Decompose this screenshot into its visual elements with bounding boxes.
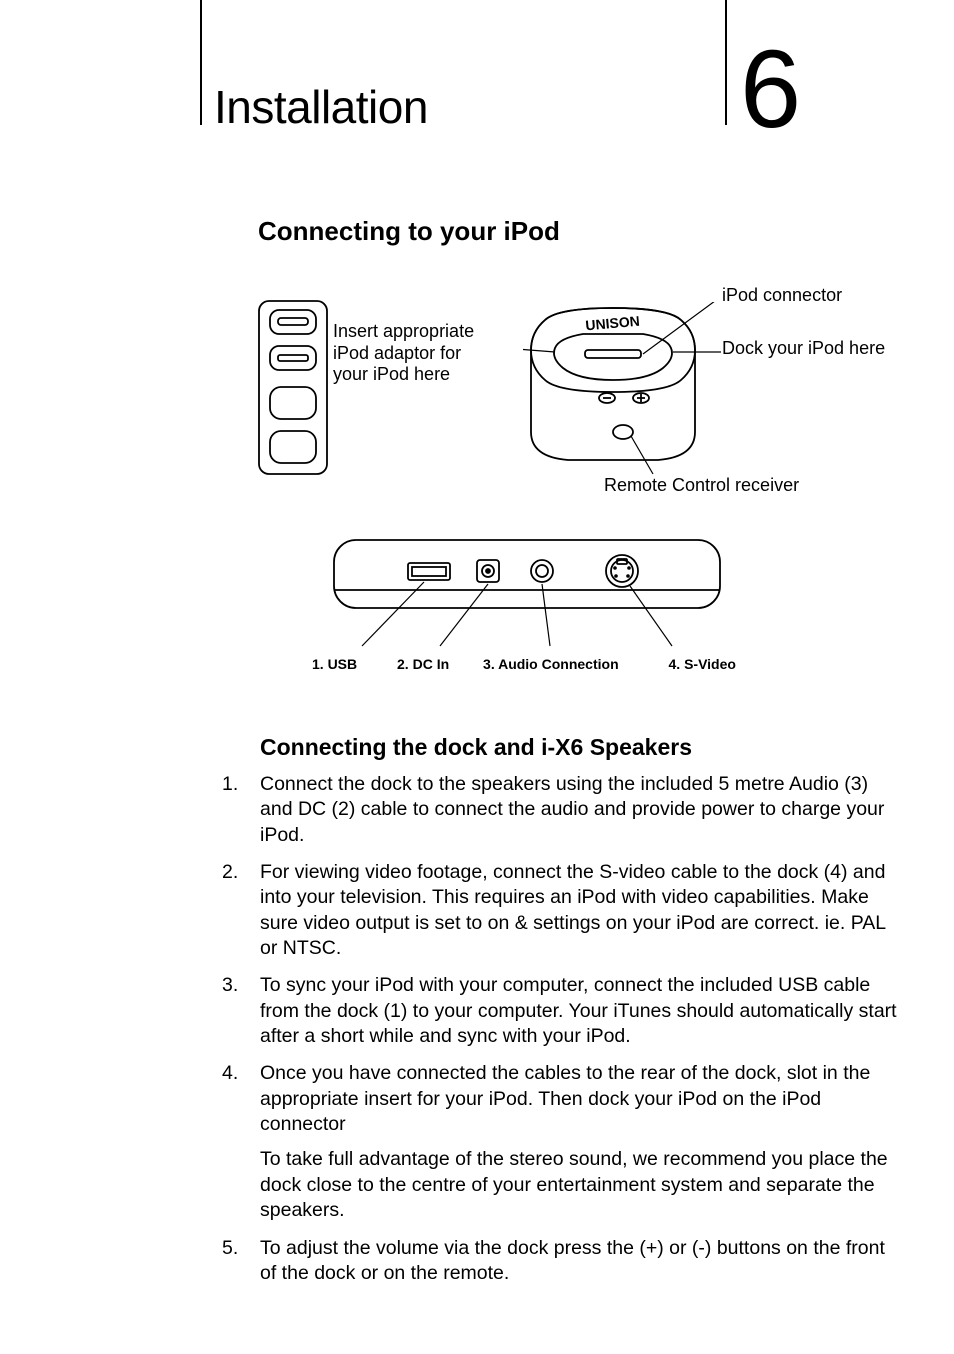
step-number: 1. [222,772,260,848]
port-label-audio: 3. Audio Connection [483,656,619,672]
page-number: 6 [740,35,801,145]
port-label-dcin: 2. DC In [397,656,449,672]
step-item: 4. Once you have connected the cables to… [222,1061,902,1223]
dock-ipod-here-label: Dock your iPod here [722,338,885,359]
page-header: Installation [214,80,428,134]
step-item: 5. To adjust the volume via the dock pre… [222,1236,902,1287]
step-number: 5. [222,1236,260,1287]
step-item: 2. For viewing video footage, connect th… [222,860,902,961]
step-text: Connect the dock to the speakers using t… [260,772,902,848]
step-text: To adjust the volume via the dock press … [260,1236,902,1287]
step-text-p2: To take full advantage of the stereo sou… [260,1147,902,1223]
step-text-p1: Once you have connected the cables to th… [260,1061,902,1137]
adaptor-label-line2: iPod adaptor for [333,343,474,365]
page-title: Installation [214,80,428,134]
dock-rear-illustration [332,538,722,653]
port-label-usb: 1. USB [312,656,357,672]
ipod-connector-label: iPod connector [722,285,842,306]
header-divider-left [200,0,202,125]
instruction-steps: 1. Connect the dock to the speakers usin… [222,772,902,1298]
header-divider-right [725,0,727,125]
step-item: 3. To sync your iPod with your computer,… [222,973,902,1049]
port-labels-row: 1. USB 2. DC In 3. Audio Connection 4. S… [312,656,736,672]
adaptor-label-line3: your iPod here [333,364,474,386]
adaptor-label-line1: Insert appropriate [333,321,474,343]
step-text: Once you have connected the cables to th… [260,1061,902,1223]
adaptor-stack-illustration [258,300,328,475]
port-label-svideo: 4. S-Video [669,656,736,672]
adaptor-instruction-label: Insert appropriate iPod adaptor for your… [333,321,474,386]
section-heading-connecting-ipod: Connecting to your iPod [258,216,560,247]
step-number: 2. [222,860,260,961]
section-heading-connecting-dock: Connecting the dock and i-X6 Speakers [260,734,692,761]
dock-top-illustration: UNISON [523,302,723,482]
remote-receiver-label: Remote Control receiver [604,475,799,496]
step-text: For viewing video footage, connect the S… [260,860,902,961]
step-number: 4. [222,1061,260,1223]
step-item: 1. Connect the dock to the speakers usin… [222,772,902,848]
step-number: 3. [222,973,260,1049]
brand-text: UNISON [585,313,641,334]
step-text: To sync your iPod with your computer, co… [260,973,902,1049]
